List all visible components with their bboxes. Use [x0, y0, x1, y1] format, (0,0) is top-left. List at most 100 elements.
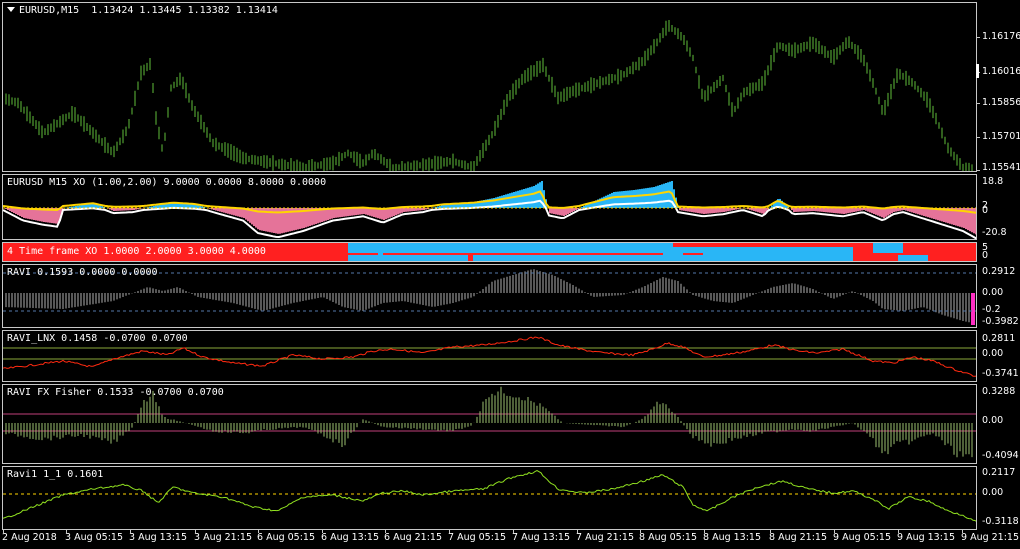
xo-bar [437, 206, 439, 208]
xo-bar [665, 183, 667, 208]
ravi1-tick: -0.3118 [982, 516, 1019, 527]
ravi-fisher-pane[interactable]: RAVI FX Fisher 0.1533 -0.0700 0.0700 [2, 384, 977, 464]
xo-bar [825, 208, 827, 213]
tf-bull-strip [348, 255, 468, 261]
xo-bar [231, 208, 233, 215]
ravi1-line [3, 470, 976, 522]
ohlc-values: 1.13424 1.13445 1.13382 1.13414 [91, 5, 278, 16]
xo-bar [925, 208, 927, 217]
xo-bar [657, 185, 659, 208]
xo-bar [509, 193, 511, 208]
tf-bull-strip [898, 255, 928, 261]
ravi-fisher-scale: 0.3288 0.00 -0.4094 [980, 384, 1020, 464]
xo-bar [861, 208, 863, 211]
xo-bar [529, 187, 531, 208]
xo-bar [227, 208, 229, 214]
xo-bar [725, 208, 727, 212]
timeframe-xo-pane[interactable]: 4 Time frame XO 1.0000 2.0000 3.0000 4.0… [2, 242, 977, 262]
xo-bar [845, 208, 847, 214]
xo-bar [693, 208, 695, 213]
xo-bar [129, 208, 131, 211]
xo-bar [919, 208, 921, 215]
xo-indicator-pane[interactable]: EURUSD M15 XO (1.00,2.00) 9.0000 0.0000 … [2, 174, 977, 240]
xo-bar [799, 208, 801, 212]
ravi-lnx-pane[interactable]: RAVI_LNX 0.1458 -0.0700 0.0700 [2, 330, 977, 382]
ravi1-tick: 0.2117 [982, 467, 1016, 478]
xo-bar [527, 187, 529, 208]
lnx-tick: 0.2811 [982, 333, 1016, 344]
ravi1-scale: 0.2117 0.00 -0.3118 [980, 466, 1020, 530]
time-tick-label: 8 Aug 21:15 [769, 532, 828, 543]
xo-bar [831, 208, 833, 213]
xo-bar [643, 188, 645, 208]
fisher-tick: 0.00 [982, 415, 1004, 426]
price-chart-pane[interactable]: EURUSD,M15 1.13424 1.13445 1.13382 1.134… [2, 2, 977, 172]
ravi1-label: Ravi1 1_1 0.1601 [7, 469, 104, 480]
xo-bar [225, 208, 227, 214]
time-tick-label: 7 Aug 21:15 [576, 532, 635, 543]
xo-bar [333, 208, 335, 218]
xo-bar [867, 208, 869, 212]
xo-bar [117, 208, 119, 211]
xo-bar [729, 208, 731, 211]
xo-bar [581, 207, 583, 208]
xo-bar [553, 208, 555, 214]
xo-bar [737, 208, 739, 210]
ravi-pane[interactable]: RAVI 0.1593 0.0000 0.0000 [2, 264, 977, 328]
xo-bar [17, 208, 19, 215]
xo-bar [653, 187, 655, 208]
xo-bar [647, 187, 649, 208]
time-tick-label: 8 Aug 13:15 [703, 532, 762, 543]
xo-bar [661, 184, 663, 208]
xo-bar [365, 208, 367, 215]
xo-bar [819, 208, 821, 212]
xo-bar [517, 190, 519, 208]
xo-bar [851, 208, 853, 213]
xo-bar [843, 208, 845, 214]
xo-bar [923, 208, 925, 216]
xo-bar [235, 208, 237, 216]
xo-bar [417, 208, 419, 211]
xo-bar [441, 205, 443, 208]
xo-bar [685, 208, 687, 212]
tf-bear-block [853, 253, 873, 261]
chevron-down-icon[interactable] [7, 7, 15, 12]
xo-bar [909, 208, 911, 212]
xo-bar [571, 208, 573, 212]
xo-bar [809, 208, 811, 212]
xo-bar [405, 208, 407, 212]
xo-bar [559, 208, 561, 216]
xo-bar [515, 191, 517, 208]
ravi1-pane[interactable]: Ravi1 1_1 0.1601 [2, 466, 977, 530]
xo-bar [221, 208, 223, 213]
xo-bar [723, 208, 725, 212]
xo-bar [915, 208, 917, 214]
xo-bar [109, 208, 111, 210]
lnx-tick: 0.00 [982, 348, 1004, 359]
xo-bar [891, 208, 893, 214]
xo-bar [901, 208, 903, 211]
xo-bar [627, 190, 629, 208]
time-tick-label: 7 Aug 13:15 [512, 532, 571, 543]
xo-bar [655, 186, 657, 208]
xo-bar [11, 208, 13, 212]
xo-bar [649, 187, 651, 208]
xo-bar [337, 208, 339, 218]
xo-bar [569, 208, 571, 213]
xo-bar [219, 208, 221, 212]
xo-bar [905, 208, 907, 211]
xo-bar [549, 208, 551, 214]
xo-bar [623, 191, 625, 208]
xo-bar [393, 208, 395, 216]
ravi-last-bar [971, 293, 975, 325]
xo-bar [521, 189, 523, 208]
xo-bar [351, 208, 353, 216]
tf-tick: 0 [982, 250, 989, 261]
xo-bar [585, 205, 587, 208]
ravi-label: RAVI 0.1593 0.0000 0.0000 [7, 267, 158, 278]
xo-bar [645, 188, 647, 208]
xo-bar [697, 208, 699, 214]
xo-bar [897, 208, 899, 212]
xo-bar [617, 191, 619, 208]
xo-bar [531, 186, 533, 208]
